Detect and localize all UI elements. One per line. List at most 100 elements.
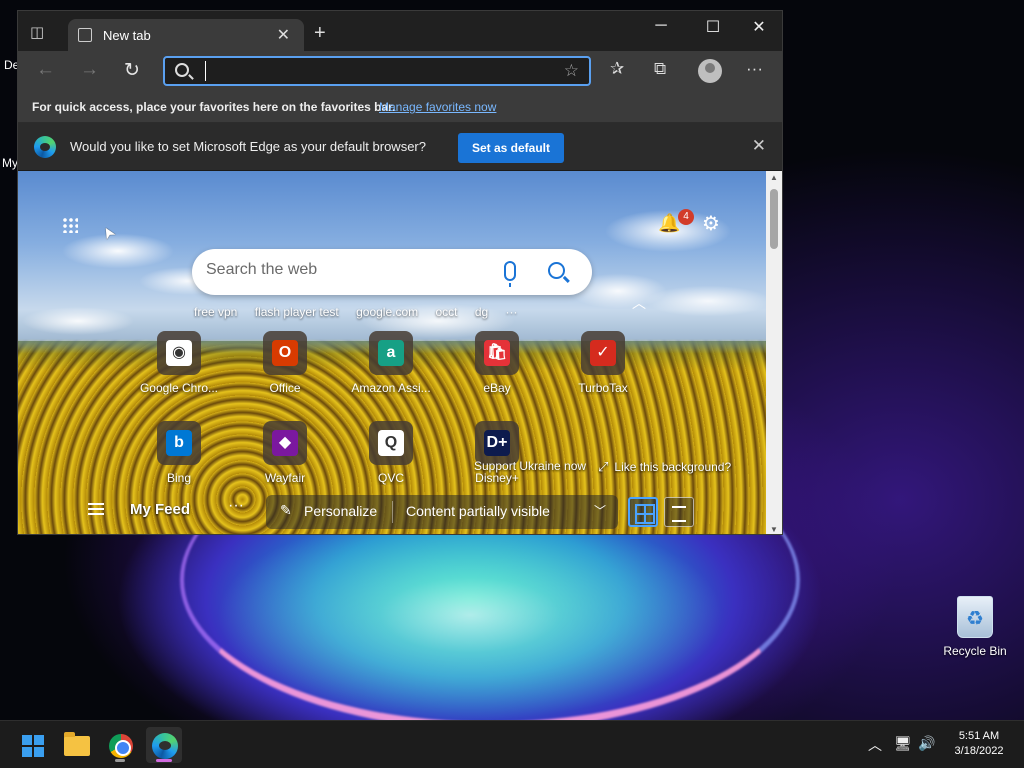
quick-link-label: Office: [269, 381, 301, 395]
quick-link-icon-frame: ◆: [263, 421, 307, 465]
quick-link-icon-frame: ◉: [157, 331, 201, 375]
quick-link-label: eBay: [483, 381, 511, 395]
feed-more-icon[interactable]: ···: [228, 497, 244, 515]
expand-icon: ⤢: [598, 459, 609, 474]
scroll-down-icon[interactable]: ▼: [770, 525, 778, 534]
recent-search-item[interactable]: occt: [435, 305, 457, 319]
close-tab-icon[interactable]: ✕: [277, 25, 290, 45]
support-ukraine-link[interactable]: Support Ukraine now: [474, 459, 586, 473]
quick-link-tile[interactable]: ✓ TurboTax: [558, 331, 648, 395]
add-favorite-icon[interactable]: ☆: [564, 61, 579, 81]
web-search-input[interactable]: [206, 261, 476, 279]
forward-arrow-icon[interactable]: →: [80, 59, 99, 81]
quick-link-tile[interactable]: ◉ Google Chro...: [134, 331, 224, 395]
quick-link-label: TurboTax: [578, 381, 628, 395]
list-view-icon[interactable]: [664, 497, 694, 527]
scroll-up-icon[interactable]: ▲: [770, 173, 778, 182]
settings-more-icon[interactable]: ···: [746, 59, 763, 79]
collapse-chevron-icon[interactable]: ︿: [632, 293, 646, 313]
web-search-box[interactable]: [192, 249, 592, 295]
quick-link-label: QVC: [377, 471, 404, 485]
recent-search-item[interactable]: dg: [475, 305, 488, 319]
grid-view-icon[interactable]: [628, 497, 658, 527]
refresh-icon[interactable]: ↻: [124, 59, 140, 82]
office-icon: O: [272, 340, 298, 366]
close-infobar-icon[interactable]: ✕: [752, 136, 766, 156]
app-launcher-icon[interactable]: [62, 217, 78, 233]
system-clock[interactable]: 5:51 AM 3/18/2022: [944, 729, 1014, 759]
desktop-icon-label-partial[interactable]: My: [2, 156, 18, 170]
recent-search-item[interactable]: free vpn: [194, 305, 237, 319]
quick-link-label: Bing: [166, 471, 192, 485]
manage-favorites-link[interactable]: Manage favorites now: [379, 100, 496, 114]
back-arrow-icon[interactable]: ←: [36, 59, 55, 81]
recent-search-item[interactable]: google.com: [356, 305, 418, 319]
active-indicator: [156, 759, 172, 762]
start-button[interactable]: [14, 727, 50, 763]
quick-link-tile[interactable]: O Office: [240, 331, 330, 395]
personalize-button[interactable]: Personalize: [304, 503, 377, 519]
ebay-icon: 🛍: [484, 340, 510, 366]
quick-link-icon-frame: 🛍: [475, 331, 519, 375]
infobar-message: Would you like to set Microsoft Edge as …: [70, 139, 426, 154]
quick-link-tile[interactable]: D+ Disney+: [452, 421, 542, 485]
title-bar: ◫ New tab ✕ + ─ ☐ ✕: [18, 11, 782, 51]
quick-link-icon-frame: O: [263, 331, 307, 375]
page-settings-gear-icon[interactable]: ⚙: [702, 211, 720, 236]
new-tab-button[interactable]: +: [314, 23, 326, 43]
new-tab-page: 🔔 4 ⚙ free vpn flash player test google.…: [18, 171, 766, 534]
quick-link-icon-frame: Q: [369, 421, 413, 465]
collections-icon[interactable]: ⧉: [654, 59, 666, 79]
wayfair-icon: ◆: [272, 430, 298, 456]
taskbar: ︿ 🖥 🔊 5:51 AM 3/18/2022: [0, 720, 1024, 768]
pencil-icon[interactable]: ✎: [280, 502, 292, 519]
my-feed-tab[interactable]: My Feed: [130, 501, 190, 518]
taskbar-edge[interactable]: [146, 727, 182, 763]
recycle-bin[interactable]: Recycle Bin: [940, 596, 1010, 660]
quick-link-icon-frame: ✓: [581, 331, 625, 375]
minimize-button[interactable]: ─: [638, 17, 684, 35]
quick-link-tile[interactable]: Q QVC: [346, 421, 436, 485]
like-background-link[interactable]: ⤢ Like this background?: [598, 459, 731, 475]
set-as-default-button[interactable]: Set as default: [458, 133, 564, 163]
chrome-icon: [109, 734, 133, 758]
clock-time: 5:51 AM: [958, 730, 1000, 742]
chevron-down-icon[interactable]: ﹀: [594, 502, 606, 519]
quick-link-tile[interactable]: 🛍 eBay: [452, 331, 542, 395]
maximize-button[interactable]: ☐: [690, 17, 736, 37]
scrollbar-thumb[interactable]: [770, 189, 778, 249]
feed-menu-icon[interactable]: [88, 503, 104, 515]
favorites-bar: For quick access, place your favorites h…: [18, 91, 782, 123]
network-icon[interactable]: 🖥: [894, 735, 912, 752]
favorites-bar-hint: For quick access, place your favorites h…: [32, 100, 396, 114]
quick-link-icon-frame: a: [369, 331, 413, 375]
page-scrollbar[interactable]: ▲ ▼: [766, 171, 782, 534]
address-bar[interactable]: ☆: [163, 56, 591, 86]
taskbar-file-explorer[interactable]: [58, 727, 94, 763]
clock-date: 3/18/2022: [954, 745, 1004, 757]
show-hidden-icons-chevron-icon[interactable]: ︿: [868, 735, 882, 755]
folder-icon: [64, 732, 90, 756]
recycle-bin-icon: [957, 596, 993, 638]
quick-link-tile[interactable]: a Amazon Assi...: [346, 331, 436, 395]
quick-link-tile[interactable]: b Bing: [134, 421, 224, 485]
tab-actions-icon[interactable]: ◫: [30, 23, 54, 47]
profile-avatar[interactable]: [698, 59, 722, 83]
like-background-label: Like this background?: [614, 460, 732, 474]
volume-icon[interactable]: 🔊: [918, 735, 935, 752]
address-input[interactable]: [205, 61, 545, 81]
more-searches-icon[interactable]: ···: [506, 305, 518, 319]
edge-logo-icon: [34, 136, 56, 158]
search-submit-icon[interactable]: [548, 262, 565, 279]
quick-link-tile[interactable]: ◆ Wayfair: [240, 421, 330, 485]
tab-new-tab[interactable]: New tab ✕: [68, 19, 304, 51]
recent-search-item[interactable]: flash player test: [255, 305, 339, 319]
notification-badge: 4: [678, 209, 694, 225]
close-window-button[interactable]: ✕: [736, 17, 782, 37]
content-visibility-dropdown[interactable]: Content partially visible: [406, 503, 550, 519]
edge-icon: [152, 733, 178, 759]
microphone-icon[interactable]: [504, 261, 516, 287]
taskbar-chrome[interactable]: [102, 727, 138, 763]
favorites-icon[interactable]: ✰: [610, 59, 624, 79]
bing-icon: b: [166, 430, 192, 456]
